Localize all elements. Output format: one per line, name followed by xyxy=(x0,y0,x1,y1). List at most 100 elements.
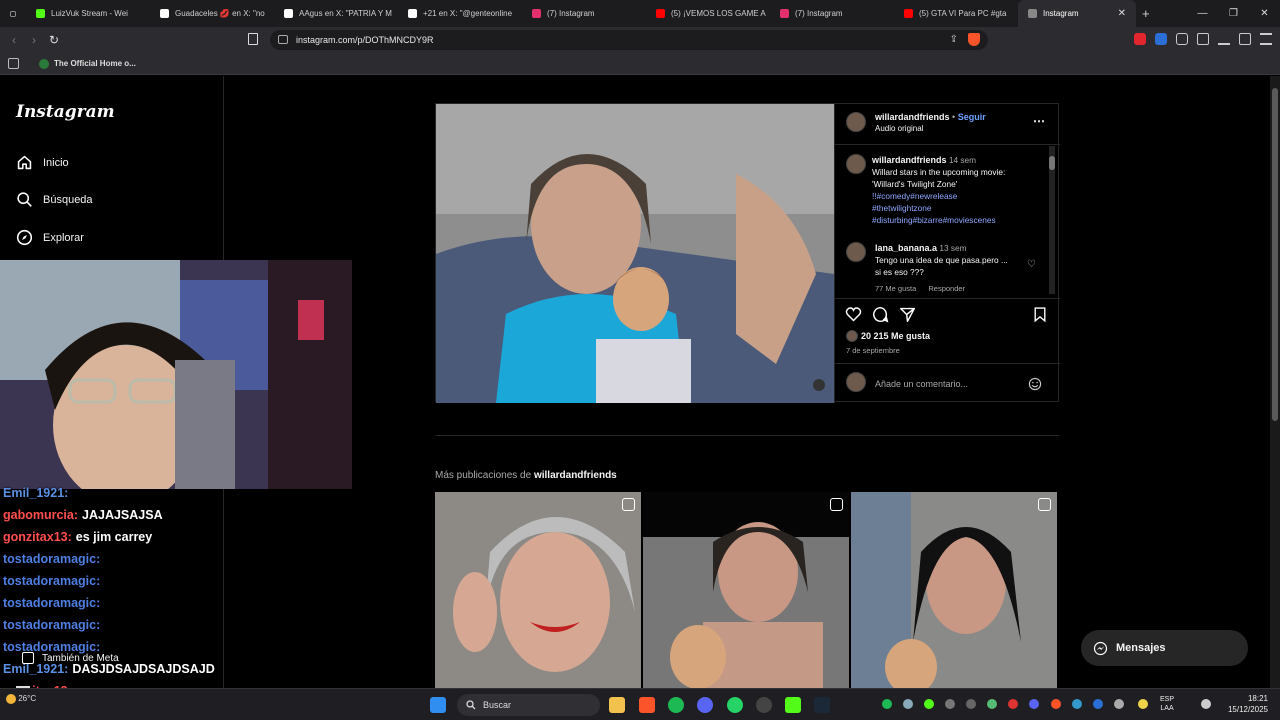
chat-username: tostadoramagic: xyxy=(3,618,101,632)
comment-input[interactable]: Añade un comentario... xyxy=(875,379,968,389)
download-icon[interactable] xyxy=(1218,33,1230,45)
comment-reply[interactable]: Responder xyxy=(928,284,965,293)
tray-icon[interactable] xyxy=(1114,699,1124,709)
wallet-icon[interactable] xyxy=(1197,33,1209,45)
close-window-icon[interactable]: ✕ xyxy=(1249,0,1280,27)
whatsapp-icon[interactable] xyxy=(727,697,743,713)
caption-time: 14 sem xyxy=(948,155,977,165)
related-post-3[interactable] xyxy=(851,492,1057,688)
like-icon[interactable] xyxy=(845,306,862,323)
minimize-icon[interactable]: — xyxy=(1187,0,1218,27)
bookmark-link[interactable]: The Official Home o... xyxy=(54,59,136,68)
apps-grid-icon[interactable] xyxy=(8,58,19,69)
share-post-icon[interactable] xyxy=(899,306,916,323)
tray-kick-icon[interactable] xyxy=(924,699,934,709)
weather-widget[interactable]: 26°C xyxy=(6,694,36,704)
system-clock[interactable]: 18:21 15/12/2025 xyxy=(1228,693,1268,715)
tray-discord-icon[interactable] xyxy=(1029,699,1039,709)
caption-avatar[interactable] xyxy=(846,154,866,174)
bookmark-page-icon[interactable] xyxy=(248,33,258,45)
reload-icon[interactable]: ↻ xyxy=(44,33,64,47)
browser-tab[interactable]: AAgus en X: "PATRIA Y M xyxy=(274,0,398,27)
caption-hashtags-1[interactable]: !!#comedy#newrelease xyxy=(872,190,1047,202)
comments-scrollbar[interactable] xyxy=(1049,146,1055,294)
instagram-logo[interactable]: Instagram xyxy=(16,102,115,122)
related-post-1[interactable] xyxy=(435,492,641,688)
tray-icon[interactable] xyxy=(903,699,913,709)
kick-icon[interactable] xyxy=(785,697,801,713)
follow-button[interactable]: Seguir xyxy=(958,112,986,122)
browser-tab[interactable]: (7) Instagram xyxy=(522,0,646,27)
input-language[interactable]: ESP LAA xyxy=(1160,695,1174,713)
bluetooth-icon[interactable] xyxy=(1093,699,1103,709)
translate-extension-icon[interactable] xyxy=(1155,33,1167,45)
caption-hashtags-2[interactable]: #thetwilightzone xyxy=(872,202,1047,214)
tray-brave-icon[interactable] xyxy=(1051,699,1061,709)
windows-start-icon[interactable] xyxy=(430,697,446,713)
more-posts-user[interactable]: willardandfriends xyxy=(534,470,617,481)
url-bar[interactable]: instagram.com/p/DOThMNCDY9R ⇪ xyxy=(270,30,988,50)
likes-count-row[interactable]: 20 215 Me gusta xyxy=(846,330,930,342)
tray-icon[interactable] xyxy=(1072,699,1082,709)
author-avatar[interactable] xyxy=(846,112,866,132)
restore-icon[interactable]: ❐ xyxy=(1218,0,1249,27)
emoji-icon[interactable] xyxy=(1028,377,1042,391)
mute-audio-icon[interactable] xyxy=(813,381,825,391)
audio-label[interactable]: Audio original xyxy=(875,124,986,133)
comment-likes[interactable]: 77 Me gusta xyxy=(875,284,916,293)
page-scrollbar[interactable] xyxy=(1270,76,1280,688)
volume-icon[interactable] xyxy=(1201,699,1211,709)
related-post-2[interactable] xyxy=(643,492,849,688)
app-icon[interactable] xyxy=(756,697,772,713)
tray-icon[interactable] xyxy=(1008,699,1018,709)
tray-icon[interactable] xyxy=(945,699,955,709)
also-from-meta-link[interactable]: También de Meta xyxy=(22,652,119,664)
tab-favicon-icon xyxy=(780,9,789,18)
site-info-icon[interactable] xyxy=(278,35,288,44)
browser-tab[interactable]: (7) Instagram xyxy=(770,0,894,27)
nav-item-inicio[interactable]: Inicio xyxy=(16,154,69,171)
steam-icon[interactable] xyxy=(814,697,830,713)
discord-icon[interactable] xyxy=(697,697,713,713)
caption-author[interactable]: willardandfriends xyxy=(872,155,947,165)
back-icon[interactable]: ‹ xyxy=(4,33,24,47)
browser-tab-strip: LuizVuk Stream - Wei Guadaceles 💋 en X: "… xyxy=(0,0,1280,27)
post-author[interactable]: willardandfriends xyxy=(875,112,950,122)
taskbar-search[interactable]: Buscar xyxy=(457,694,600,716)
new-tab-button[interactable]: + xyxy=(1136,0,1156,27)
browser-tab[interactable]: (5) GTA VI Para PC #gta xyxy=(894,0,1018,27)
tab-close-icon[interactable]: ✕ xyxy=(1118,8,1126,19)
browser-tab[interactable]: Guadaceles 💋 en X: "no xyxy=(150,0,274,27)
browser-tab[interactable]: LuizVuk Stream - Wei xyxy=(26,0,150,27)
sidebar-toggle-icon[interactable] xyxy=(1239,33,1251,45)
browser-menu-icon[interactable] xyxy=(1260,33,1272,45)
messages-button[interactable]: Mensajes xyxy=(1081,630,1248,666)
forward-icon[interactable]: › xyxy=(24,33,44,47)
tray-icon[interactable] xyxy=(966,699,976,709)
spotify-icon[interactable] xyxy=(668,697,684,713)
comment-like-icon[interactable]: ♡ xyxy=(1027,259,1036,270)
browser-tab[interactable]: Instagram ✕ xyxy=(1018,0,1136,27)
nav-item-explorar[interactable]: Explorar xyxy=(16,229,84,246)
tray-icon[interactable] xyxy=(987,699,997,709)
more-options-icon[interactable]: ⋯ xyxy=(1033,114,1045,128)
extensions-puzzle-icon[interactable] xyxy=(1176,33,1188,45)
microphone-icon[interactable] xyxy=(1138,699,1148,709)
save-icon[interactable] xyxy=(1032,306,1048,323)
browser-tab[interactable]: (5) ¡VEMOS LOS GAME A xyxy=(646,0,770,27)
post-video[interactable] xyxy=(436,104,834,403)
brave-menu-icon[interactable] xyxy=(0,0,26,27)
tray-spotify-icon[interactable] xyxy=(882,699,892,709)
bookmark-favicon-icon xyxy=(39,58,49,69)
extension-icon[interactable] xyxy=(1134,33,1146,45)
share-icon[interactable]: ⇪ xyxy=(950,34,958,45)
nav-item-busqueda[interactable]: Búsqueda xyxy=(16,191,93,208)
file-explorer-icon[interactable] xyxy=(609,697,625,713)
brave-browser-icon[interactable] xyxy=(639,697,655,713)
comment-icon[interactable] xyxy=(872,306,889,323)
caption-hashtags-3[interactable]: #disturbing#bizarre#moviescenes xyxy=(872,214,1047,226)
commenter-avatar[interactable] xyxy=(846,242,866,262)
browser-tab[interactable]: +21 en X: "@genteonline xyxy=(398,0,522,27)
brave-shields-icon[interactable] xyxy=(968,33,980,46)
comment-author[interactable]: lana_banana.a xyxy=(875,243,937,253)
